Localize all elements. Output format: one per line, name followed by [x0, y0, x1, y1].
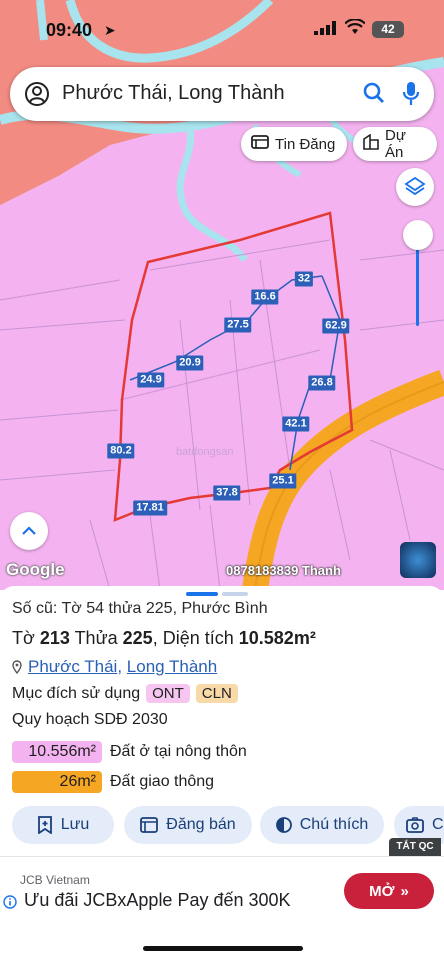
ad-cta-button[interactable]: MỞ » [344, 873, 434, 909]
capture-label: C [432, 816, 444, 833]
land-use-purpose: Mục đích sử dụng ONT CLN [12, 684, 238, 703]
ad-advertiser: JCB Vietnam [20, 873, 90, 887]
parcel-location: Phước Thái, Long Thành [12, 657, 217, 677]
zone-area: 26m² [12, 771, 102, 793]
contrast-icon [275, 817, 292, 833]
purpose-tag: CLN [195, 684, 238, 703]
close-ad-button[interactable]: TẮT QC [389, 838, 441, 856]
save-button[interactable]: Lưu [12, 806, 114, 844]
projects-chip[interactable]: Dự Án [353, 127, 437, 161]
ad-info-icon[interactable] [3, 895, 17, 914]
zone-label: Đất giao thông [110, 773, 215, 790]
microphone-icon[interactable] [402, 81, 420, 112]
edge-length-label: 42.1 [282, 416, 310, 432]
account-icon[interactable] [24, 81, 50, 112]
edge-length-label: 25.1 [269, 473, 297, 489]
ad-banner[interactable]: JCB Vietnam Ưu đãi JCBxApple Pay đến 300… [0, 856, 444, 960]
legend-button[interactable]: Chú thích [260, 806, 384, 844]
save-label: Lưu [60, 816, 90, 833]
parcel-label: Thửa [74, 628, 118, 648]
edge-length-label: 62.9 [322, 318, 350, 334]
edge-length-label: 24.9 [137, 372, 165, 388]
projects-label: Dự Án [385, 127, 406, 161]
old-reference: Số cũ: Tờ 54 thửa 225, Phước Bình [12, 600, 268, 617]
edge-length-label: 27.5 [224, 317, 252, 333]
edge-length-label: 32 [294, 271, 314, 287]
edge-length-label: 17.81 [133, 500, 167, 516]
ad-cta-label: MỞ [369, 882, 395, 900]
collapse-button[interactable] [10, 512, 48, 550]
location-separator: , [117, 657, 123, 676]
bookmark-add-icon [37, 816, 52, 834]
listings-label: Tin Đăng [275, 135, 336, 153]
zone-row: 26m² Đất giao thông [12, 771, 214, 793]
purpose-tag: ONT [146, 684, 190, 703]
parcel-summary: Tờ 213 Thửa 225, Diện tích 10.582m² [12, 628, 316, 649]
pin-icon [12, 660, 22, 674]
chevron-up-icon [22, 526, 36, 535]
post-sale-button[interactable]: Đăng bán [124, 806, 252, 844]
home-indicator [143, 946, 303, 951]
page-indicator [222, 592, 248, 596]
zone-row: 10.556m² Đất ở tại nông thôn [12, 741, 247, 763]
parcel-info-sheet: Số cũ: Tờ 54 thửa 225, Phước Bình Tờ 213… [0, 586, 444, 856]
google-logo: Google [6, 560, 65, 579]
signal-icon [314, 21, 336, 40]
building-icon [363, 133, 379, 154]
ad-headline[interactable]: Ưu đãi JCBxApple Pay đến 300K [24, 890, 291, 911]
contact-phone[interactable]: 0878183839 Thanh [226, 563, 341, 578]
double-chevron-right-icon: » [400, 882, 409, 900]
sheet-number: 213 [39, 628, 70, 648]
edge-length-label: 26.8 [308, 375, 336, 391]
parcel-number: 225 [122, 628, 153, 648]
edge-length-label: 16.6 [251, 289, 279, 305]
watermark: batdongsan [176, 446, 234, 458]
battery-indicator: 42 [372, 21, 404, 38]
search-query[interactable]: Phước Thái, Long Thành [62, 82, 285, 105]
edge-length-label: 20.9 [176, 355, 204, 371]
search-icon[interactable] [362, 81, 386, 110]
edge-length-label: 80.2 [107, 443, 135, 459]
planning-label: Quy hoạch SDĐ 2030 [12, 711, 168, 728]
post-sale-label: Đăng bán [166, 816, 236, 833]
purpose-label: Mục đích sử dụng [12, 684, 141, 702]
search-bar[interactable]: Phước Thái, Long Thành [10, 67, 434, 121]
listing-icon [251, 135, 269, 153]
sheet-label: Tờ [12, 628, 35, 648]
area-label: , Diện tích [152, 628, 234, 648]
page-indicator-active [186, 592, 218, 596]
area-value: 10.582m² [238, 628, 316, 648]
status-bar: 09:40 ➤ 42 [0, 0, 444, 58]
camera-icon [406, 817, 424, 833]
district-link[interactable]: Long Thành [127, 657, 217, 676]
wifi-icon [344, 18, 366, 40]
zone-label: Đất ở tại nông thôn [110, 743, 247, 760]
contact-avatar[interactable] [400, 542, 436, 578]
map-view[interactable]: batdongsan 32 16.6 27.5 20.9 24.9 62.9 26.8 42.… [0, 0, 444, 590]
status-time: 09:40 [46, 20, 93, 40]
legend-label: Chú thích [299, 816, 369, 833]
ward-link[interactable]: Phước Thái [28, 657, 117, 676]
zone-area: 10.556m² [12, 741, 102, 763]
layers-icon [404, 176, 426, 196]
listing-icon [140, 817, 159, 833]
layers-button[interactable] [396, 168, 434, 206]
zoom-slider-handle[interactable] [403, 220, 433, 250]
edge-length-label: 37.8 [213, 485, 241, 501]
location-arrow-icon: ➤ [104, 22, 116, 38]
listings-chip[interactable]: Tin Đăng [241, 127, 347, 161]
